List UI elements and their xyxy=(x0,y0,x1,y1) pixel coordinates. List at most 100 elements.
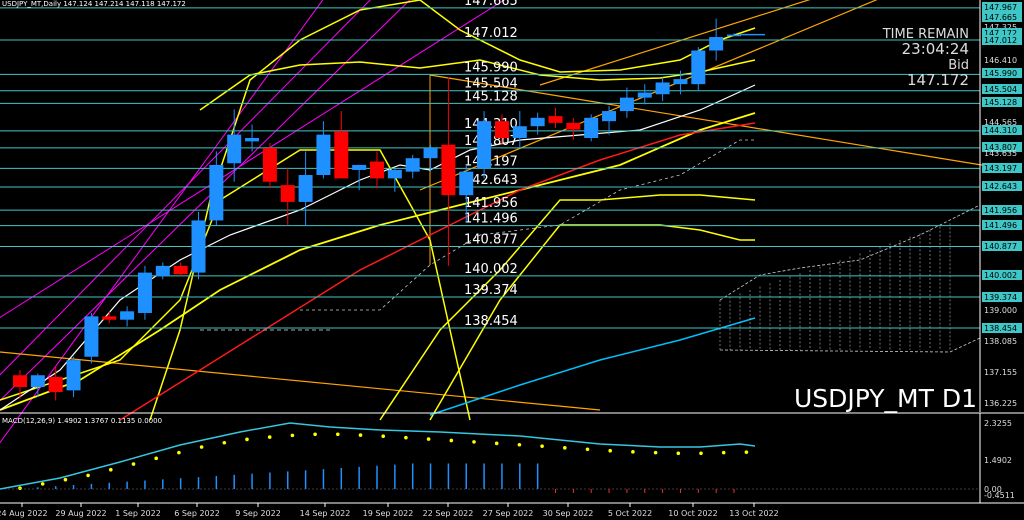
symbol-watermark: USDJPY_MT D1 xyxy=(793,384,977,413)
macd-axis-tick: -0.4511 xyxy=(984,491,1015,500)
time-axis-label: 27 Sep 2022 xyxy=(483,509,534,518)
macd-signal-dot xyxy=(109,467,113,472)
macd-signal-dot xyxy=(585,447,590,452)
candle-body xyxy=(66,360,81,391)
macd-info-header: MACD(12,26,9) 1.4902 1.3767 0.1135 0.000… xyxy=(2,417,163,425)
candle-body xyxy=(227,134,242,164)
macd-signal-dot xyxy=(313,432,317,437)
macd-signal-dot xyxy=(449,438,454,443)
yellow-envelope xyxy=(379,194,756,421)
level-label: 139.374 xyxy=(464,283,518,298)
candle-body xyxy=(245,137,260,142)
candle-body xyxy=(619,97,634,112)
chart-window: 147.665 147.012 145.990 145.504 145.128 144.3… xyxy=(0,0,1024,520)
candle-body xyxy=(173,265,188,275)
orange-trend-line xyxy=(0,351,601,411)
candle-body xyxy=(637,92,652,98)
candle-body xyxy=(280,185,295,202)
candle-body xyxy=(441,144,456,196)
macd-signal-dot xyxy=(131,462,136,466)
macd-signal-dot xyxy=(721,450,726,455)
price-tag-text: 143.197 xyxy=(984,164,1017,173)
candle-body xyxy=(584,117,599,138)
symbol-info-header: USDJPY_MT,Daily 147.124 147.214 147.118 … xyxy=(2,0,186,8)
candle-body xyxy=(709,37,724,51)
level-label: 147.665 xyxy=(464,0,518,9)
macd-signal-dot xyxy=(63,477,68,482)
time-axis-label: 29 Aug 2022 xyxy=(55,509,106,518)
price-tag-text: 147.967 xyxy=(984,3,1017,12)
price-tag-text: 147.012 xyxy=(984,36,1017,45)
time-axis-label: 1 Sep 2022 xyxy=(115,509,161,518)
candle-body xyxy=(13,375,27,388)
candle-body xyxy=(334,131,349,179)
price-tag-text: 139.374 xyxy=(984,293,1017,302)
macd-signal-dot xyxy=(494,441,499,446)
candle-body xyxy=(477,121,492,169)
macd-signal-dot xyxy=(381,434,386,439)
macd-signal-dot xyxy=(517,442,522,447)
price-tag-text: 142.643 xyxy=(984,182,1017,191)
level-label: 141.956 xyxy=(464,196,518,211)
macd-signal-dot xyxy=(154,456,158,461)
price-tag-text: 140.002 xyxy=(984,271,1017,280)
price-tag-text: 145.128 xyxy=(984,98,1017,107)
candle-body xyxy=(316,134,331,176)
price-axis-tick: 146.410 xyxy=(984,56,1017,65)
macd-axis-tick: 2.3255 xyxy=(984,419,1012,428)
time-axis: 24 Aug 2022 29 Aug 2022 1 Sep 2022 6 Sep 20… xyxy=(0,502,1024,518)
level-label: 141.496 xyxy=(464,212,518,227)
candle-layer xyxy=(13,18,765,401)
candle-body xyxy=(602,111,617,122)
price-tag-text: 141.956 xyxy=(984,206,1017,215)
candle-body xyxy=(120,311,135,320)
price-axis-tick: 136.225 xyxy=(984,399,1017,408)
candle-body xyxy=(727,34,741,37)
candle-body xyxy=(262,148,277,182)
price-axis-tick: 138.085 xyxy=(984,337,1017,346)
macd-signal-dot xyxy=(336,432,340,437)
macd-signal-dot xyxy=(563,446,567,450)
level-label: 138.454 xyxy=(464,314,518,329)
macd-signal-dot xyxy=(631,450,635,454)
candle-body xyxy=(191,220,206,273)
macd-signal-dot xyxy=(245,437,249,442)
time-axis-label: 24 Aug 2022 xyxy=(0,509,48,518)
cyan-line xyxy=(429,317,756,416)
chart-canvas: 147.665 147.012 145.990 145.504 145.128 144.3… xyxy=(0,0,1024,518)
price-axis-tick: 143.635 xyxy=(984,149,1017,158)
level-label: 145.128 xyxy=(464,89,518,104)
candle-body xyxy=(30,375,45,388)
candle-body xyxy=(209,164,224,221)
level-label: 147.012 xyxy=(464,26,518,41)
candle-body xyxy=(48,376,63,393)
candle-body xyxy=(352,164,367,170)
macd-signal-dot xyxy=(540,444,544,448)
macd-signal-dot xyxy=(358,433,363,437)
candle-body xyxy=(459,171,474,196)
candle-body xyxy=(530,117,545,127)
price-tag-text: 138.454 xyxy=(984,324,1017,333)
candle-body xyxy=(655,82,670,95)
price-axis-tick: 139.000 xyxy=(984,306,1017,315)
candle-body xyxy=(137,272,152,313)
orange-trend-line xyxy=(539,0,811,86)
candle-body xyxy=(84,316,99,357)
time-axis-label: 19 Sep 2022 xyxy=(363,509,414,518)
macd-signal-dot xyxy=(177,450,181,455)
time-axis-label: 10 Oct 2022 xyxy=(668,509,717,518)
candle-body xyxy=(387,169,402,179)
macd-signal-dot xyxy=(199,445,204,449)
level-label: 140.877 xyxy=(464,232,518,247)
macd-signal-dot xyxy=(676,451,681,456)
magenta-channel-line xyxy=(0,0,324,444)
macd-signal-dot xyxy=(426,437,431,441)
macd-window: 2.32551.49020.00-0.4511 xyxy=(0,412,1024,503)
candle-body xyxy=(423,148,438,159)
time-axis-label: 6 Sep 2022 xyxy=(174,509,220,518)
macd-signal-dot xyxy=(608,448,612,453)
time-remain-value: 23:04:24 xyxy=(901,40,969,58)
price-tag-text: 145.990 xyxy=(984,69,1017,78)
candle-body xyxy=(673,79,688,85)
macd-axis-tick: 1.4902 xyxy=(984,456,1012,465)
